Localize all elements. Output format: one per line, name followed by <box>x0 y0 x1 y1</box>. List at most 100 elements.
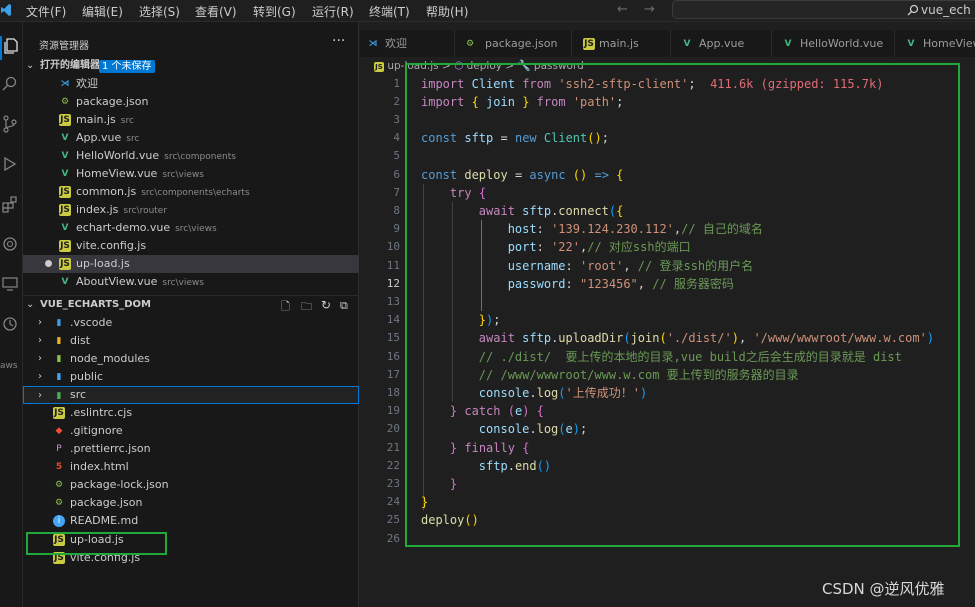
js-icon: JS <box>583 38 595 50</box>
open-editor-item[interactable]: JS main.js src <box>23 111 359 129</box>
tree-folder-selected[interactable]: › ▮ src <box>23 386 359 404</box>
refresh-icon[interactable]: ↻ <box>321 296 331 314</box>
vue-icon: V <box>683 39 691 49</box>
open-editor-item-active[interactable]: JS up-load.js <box>23 255 359 273</box>
open-editor-item[interactable]: JS common.js src\components\echarts <box>23 183 359 201</box>
line-number: 10 <box>386 240 400 253</box>
open-editor-item[interactable]: JS index.js src\router <box>23 201 359 219</box>
folder-node-icon: ▮ <box>56 354 62 364</box>
tab-bar: ⋊ 欢迎 ⚙ package.json JS main.js V App.vue… <box>360 30 975 57</box>
tree-file[interactable]: ⚙ package-lock.json <box>23 476 359 494</box>
collapse-all-icon[interactable]: ⧉ <box>340 297 348 315</box>
open-editor-item[interactable]: ⚙ package.json <box>23 93 359 111</box>
vue-icon: V <box>784 39 792 49</box>
tree-file[interactable]: ⚙ package.json <box>23 494 359 512</box>
line-number: 14 <box>386 313 400 326</box>
prettier-icon: P <box>56 444 62 454</box>
line-number: 11 <box>386 259 400 272</box>
json-icon: ⚙ <box>54 480 64 490</box>
menu-edit[interactable]: 编辑(E) <box>82 3 123 20</box>
tree-folder[interactable]: › ▮ .vscode <box>23 314 359 332</box>
aws-icon[interactable]: aws <box>0 354 23 378</box>
activity-bar: aws <box>0 22 23 607</box>
vscode-logo-icon <box>0 3 12 17</box>
tree-label: .prettierrc.json <box>70 442 151 455</box>
open-editor-label: echart-demo.vue src\views <box>76 221 217 234</box>
tree-file[interactable]: i README.md <box>23 512 359 530</box>
tree-folder[interactable]: › ▮ dist <box>23 332 359 350</box>
tree-file[interactable]: ◆ .gitignore <box>23 422 359 440</box>
open-editor-item[interactable]: V HelloWorld.vue src\components <box>23 147 359 165</box>
unsaved-badge: 1 个未保存 <box>99 60 155 73</box>
tree-file[interactable]: P .prettierrc.json <box>23 440 359 458</box>
menu-help[interactable]: 帮助(H) <box>426 3 468 20</box>
menu-run[interactable]: 运行(R) <box>312 3 354 20</box>
tree-label: package-lock.json <box>70 478 169 491</box>
vue-icon: V <box>61 223 69 233</box>
line-number: 3 <box>393 113 400 126</box>
line-number: 22 <box>386 459 400 472</box>
code-editor[interactable]: JS up-load.js > ⬡ deploy > 🔧 password 1 … <box>360 57 975 607</box>
js-icon: JS <box>53 407 65 419</box>
folder-public-icon: ▮ <box>56 372 62 382</box>
more-actions-icon[interactable]: ··· <box>332 33 345 49</box>
tree-label: dist <box>70 334 91 347</box>
chevron-right-icon: › <box>38 317 42 328</box>
open-editor-item[interactable]: V AboutView.vue src\views <box>23 273 359 291</box>
tab-welcome[interactable]: ⋊ 欢迎 <box>360 30 455 57</box>
extensions-icon[interactable] <box>0 194 23 218</box>
tree-label: node_modules <box>70 352 150 365</box>
forward-arrow-icon[interactable]: → <box>644 2 655 17</box>
menu-goto[interactable]: 转到(G) <box>253 3 296 20</box>
tree-folder[interactable]: › ▮ node_modules <box>23 350 359 368</box>
search-icon <box>907 4 919 16</box>
search-icon[interactable] <box>0 74 23 98</box>
tree-file[interactable]: JS .eslintrc.cjs <box>23 404 359 422</box>
json-icon: ⚙ <box>465 39 475 49</box>
menu-terminal[interactable]: 终端(T) <box>369 3 410 20</box>
unsaved-dot-icon[interactable] <box>45 260 52 267</box>
open-editor-item[interactable]: V HomeView.vue src\views <box>23 165 359 183</box>
menu-selection[interactable]: 选择(S) <box>139 3 180 20</box>
menu-view[interactable]: 查看(V) <box>195 3 237 20</box>
back-arrow-icon[interactable]: ← <box>617 2 628 17</box>
line-number: 13 <box>386 295 400 308</box>
vscode-icon: ⋊ <box>368 39 378 49</box>
project-header[interactable]: ⌄ VUE_ECHARTS_DOM 🗋 🗀 ↻ ⧉ <box>23 295 359 313</box>
json-icon: ⚙ <box>60 97 70 107</box>
open-editor-item[interactable]: JS vite.config.js <box>23 237 359 255</box>
open-editor-item[interactable]: V echart-demo.vue src\views <box>23 219 359 237</box>
vscode-window: 文件(F) 编辑(E) 选择(S) 查看(V) 转到(G) 运行(R) 终端(T… <box>0 0 975 607</box>
command-center-search[interactable]: vue_ech <box>672 0 975 19</box>
tab-label: main.js <box>599 37 639 50</box>
open-editor-label: up-load.js <box>76 257 130 270</box>
tree-file[interactable]: 5 index.html <box>23 458 359 476</box>
open-editor-label: App.vue src <box>76 131 140 144</box>
menu-file[interactable]: 文件(F) <box>26 3 66 20</box>
tree-folder[interactable]: › ▮ public <box>23 368 359 386</box>
open-editor-item[interactable]: ⋊ 欢迎 <box>23 75 359 93</box>
timeline-icon[interactable] <box>0 314 23 338</box>
tab-package-json[interactable]: ⚙ package.json <box>455 30 572 57</box>
search-text: vue_ech <box>921 3 971 17</box>
source-control-icon[interactable] <box>0 114 23 138</box>
open-editor-label: HomeView.vue src\views <box>76 167 204 180</box>
tab-main-js[interactable]: JS main.js <box>572 30 671 57</box>
highlight-box-file <box>26 532 167 555</box>
open-editor-item[interactable]: V App.vue src <box>23 129 359 147</box>
project-label: VUE_ECHARTS_DOM <box>40 299 151 310</box>
openai-icon[interactable] <box>0 234 23 258</box>
tab-homeview-vue[interactable]: V HomeView.vue <box>895 30 975 57</box>
tab-app-vue[interactable]: V App.vue <box>671 30 772 57</box>
line-number: 23 <box>386 477 400 490</box>
open-editors-header[interactable]: ⌄ 打开的编辑器 1 个未保存 <box>23 57 359 75</box>
remote-explorer-icon[interactable] <box>0 274 23 298</box>
tab-helloworld-vue[interactable]: V HelloWorld.vue <box>772 30 895 57</box>
run-debug-icon[interactable] <box>0 154 23 178</box>
open-editor-label: package.json <box>76 95 149 108</box>
git-icon: ◆ <box>55 426 63 436</box>
js-icon: JS <box>374 62 384 72</box>
highlight-box-code <box>405 63 960 547</box>
js-icon: JS <box>59 186 71 198</box>
explorer-icon[interactable] <box>0 36 23 60</box>
